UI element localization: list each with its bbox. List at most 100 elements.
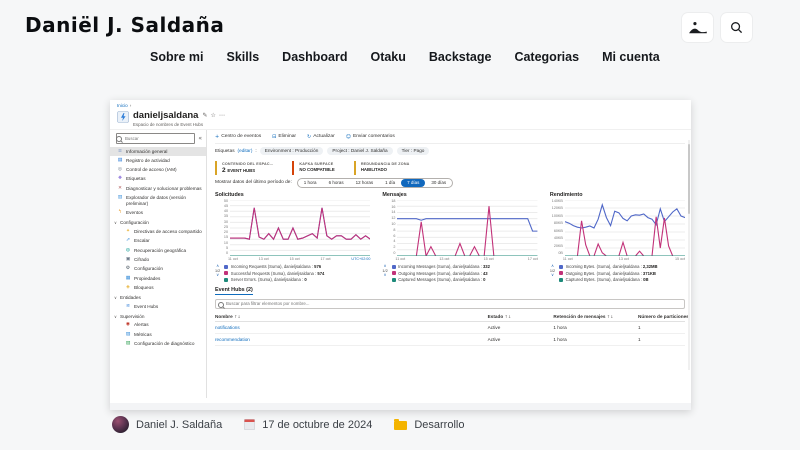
sidebar-item-diagnose-solve-problems[interactable]: ✕Diagnosticar y solucionar problemas [110,184,206,193]
sidebar-item-metrics[interactable]: ▨Métricas [110,330,206,339]
sidebar-item-activity-log[interactable]: ▤Registro de actividad [110,156,206,165]
sidebar-item-data-explorer[interactable]: ▥Explorador de datos (versión preliminar… [110,193,206,208]
legend-item[interactable]: Outgoing Messages (Suma), danieljsaldana… [392,271,490,276]
sidebar-item-scale[interactable]: ⇗Escalar [110,237,206,246]
nav-dashboard[interactable]: Dashboard [282,50,347,64]
refresh-button[interactable]: ↻Actualizar [307,134,335,140]
column-header-retenci-n-de-mensajes[interactable]: Retención de mensajes ↑↓ [553,312,638,322]
breadcrumb: Inicio› [117,103,684,108]
sidebar-group-monitoring-group[interactable]: ∨Supervisión [110,311,206,320]
sidebar-item-alerts[interactable]: ◉Alertas [110,321,206,330]
legend-page-up-icon[interactable]: ∧ [216,264,219,268]
legend-page-up-icon[interactable]: ∧ [551,264,554,268]
time-option-30-d-as[interactable]: 30 días [425,179,452,187]
sidebar-item-access-control-iam[interactable]: ◎Control de acceso (IAM) [110,166,206,175]
time-option-1-d-a[interactable]: 1 día [379,179,401,187]
kpi-redundancia-de-zona: REDUNDANCIA DE ZONAHABILITADO [354,161,415,175]
time-option-6-horas[interactable]: 6 horas [323,179,350,187]
nav-sobre-mi[interactable]: Sobre mi [150,50,204,64]
tag-pill[interactable]: Tier : Pago [397,147,430,155]
chart-legend: ∧1/2∨Incoming Bytes. (Suma), danieljsald… [550,264,685,282]
mountain-icon[interactable] [682,13,713,42]
legend-item[interactable]: Incoming Messages (Suma), danieljsaldana… [392,264,490,269]
tags-edit-link[interactable]: (editar) [238,148,253,153]
chart-solicitudes: Solicitudes5045403530252015105011 oct13 … [215,192,370,283]
legend-swatch [224,278,228,282]
event-hubs-tab[interactable]: Event Hubs (2) [215,287,253,295]
sidebar-group-settings-group[interactable]: ∨Configuración [110,218,206,227]
sidebar-item-diagnostic-settings[interactable]: ▧Configuración de diagnóstico [110,339,206,348]
add-button[interactable]: +Centro de eventos [215,134,261,140]
edit-title-icon[interactable]: ✎ [202,112,207,119]
search-icon[interactable] [721,13,752,42]
sidebar-item-events[interactable]: ϟEventos [110,209,206,218]
legend-item[interactable]: Incoming Requests (Suma), danieljsaldana… [224,264,324,269]
nav-mi-cuenta[interactable]: Mi cuenta [602,50,660,64]
time-option-12-horas[interactable]: 12 horas [350,179,380,187]
legend-page-down-icon[interactable]: ∨ [384,273,387,277]
y-axis: 181614121086420 [382,200,397,256]
site-logo[interactable]: Daniël J. Saldaña [25,13,224,37]
kpi-value: NO COMPATIBLE [299,167,334,172]
collapse-sidebar-icon[interactable]: « [198,135,202,142]
column-header-nombre[interactable]: Nombre ↑↓ [215,312,488,322]
chevron-down-icon: ∨ [114,314,117,319]
kpi-banner: CONTENIDO DEL ESPAC...2 EVENT HUBSKAFKA … [215,161,685,175]
time-option-7-d-as[interactable]: 7 días [401,179,425,187]
legend-item[interactable]: Successful Requests (Suma), danieljsalda… [224,271,324,276]
portal-main: +Centro de eventos ⊟Eliminar ↻Actualizar ☺E… [207,130,691,398]
nav-skills[interactable]: Skills [227,50,260,64]
nav-backstage[interactable]: Backstage [429,50,492,64]
sidebar-search-input[interactable] [116,133,195,144]
sidebar-group-entities-group[interactable]: ∨Entidades [110,293,206,302]
add-icon: + [215,134,219,140]
sidebar-item-tags[interactable]: ❖Etiquetas [110,175,206,184]
event-hub-link[interactable]: recommendation [215,334,488,346]
legend-page-up-icon[interactable]: ∧ [384,264,387,268]
post-meta: Daniel J. Saldaña 17 de octubre de 2024 … [112,416,464,433]
legend-item[interactable]: Outgoing Bytes. (Suma), danieljsaldana :… [559,271,657,276]
portal-scrollbar[interactable] [688,140,691,370]
legend-item[interactable]: Incoming Bytes. (Suma), danieljsaldana :… [559,264,657,269]
time-range-label: Mostrar datos del último período de: [215,180,292,185]
sidebar-item-encryption[interactable]: ▣Cifrado [110,255,206,264]
sidebar-item-overview[interactable]: ≡Información general [110,147,206,156]
delete-label: Eliminar [278,134,296,139]
tag-pill[interactable]: Project : Daniel J. Saldaña [327,147,392,155]
sidebar-item-locks[interactable]: ◈Bloqueos [110,283,206,292]
column-header-n-mero-de-particiones[interactable]: Número de particiones ↑↓ [638,312,685,322]
time-option-1-hora[interactable]: 1 hora [298,179,323,187]
main-nav: Sobre mi Skills Dashboard Otaku Backstage Cat… [150,50,660,64]
legend-item[interactable]: Captured Messages (Suma), danieljsaldana… [392,277,490,282]
legend-item[interactable]: Captured Bytes. (Suma), danieljsaldana :… [559,277,657,282]
sidebar-item-properties[interactable]: ▦Propiedades [110,274,206,283]
sidebar-item-shared-access-policies[interactable]: ✦Directivas de acceso compartido [110,228,206,237]
delete-icon: ⊟ [272,134,276,140]
locks-icon: ◈ [125,285,131,291]
nav-otaku[interactable]: Otaku [370,50,405,64]
sidebar-item-label: Métricas [134,332,152,338]
x-axis: 11 oct13 oct15 oct [563,257,685,261]
table-filter-input[interactable] [215,299,685,309]
event-hub-link[interactable]: notifications [215,322,488,334]
legend-swatch [392,271,396,275]
metric-charts: Solicitudes5045403530252015105011 oct13 … [215,192,685,283]
tag-pill[interactable]: Environment : Producción [260,147,324,155]
favorite-icon[interactable]: ☆ [211,112,216,119]
legend-text: Successful Requests (Suma), danieljsalda… [231,271,325,276]
delete-button[interactable]: ⊟Eliminar [272,134,296,140]
sidebar-item-geo-recovery[interactable]: ◍Recuperación geográfica [110,246,206,255]
nav-categorias[interactable]: Categorias [514,50,579,64]
sidebar-item-configuration[interactable]: ⚙Configuración [110,265,206,274]
sort-icon: ↑↓ [505,314,512,319]
legend-page-down-icon[interactable]: ∨ [216,273,219,277]
legend-item[interactable]: Server Errors. (Suma), danieljsaldana : … [224,277,324,282]
post-category[interactable]: Desarrollo [414,419,464,431]
legend-page-down-icon[interactable]: ∨ [551,273,554,277]
breadcrumb-home-link[interactable]: Inicio [117,103,128,108]
legend-text: Incoming Bytes. (Suma), danieljsaldana :… [566,264,658,269]
feedback-button[interactable]: ☺Enviar comentarios [346,134,395,140]
column-header-estado[interactable]: Estado ↑↓ [488,312,554,322]
more-icon[interactable]: ⋯ [219,112,225,119]
sidebar-item-event-hubs[interactable]: ≋Event Hubs [110,302,206,311]
